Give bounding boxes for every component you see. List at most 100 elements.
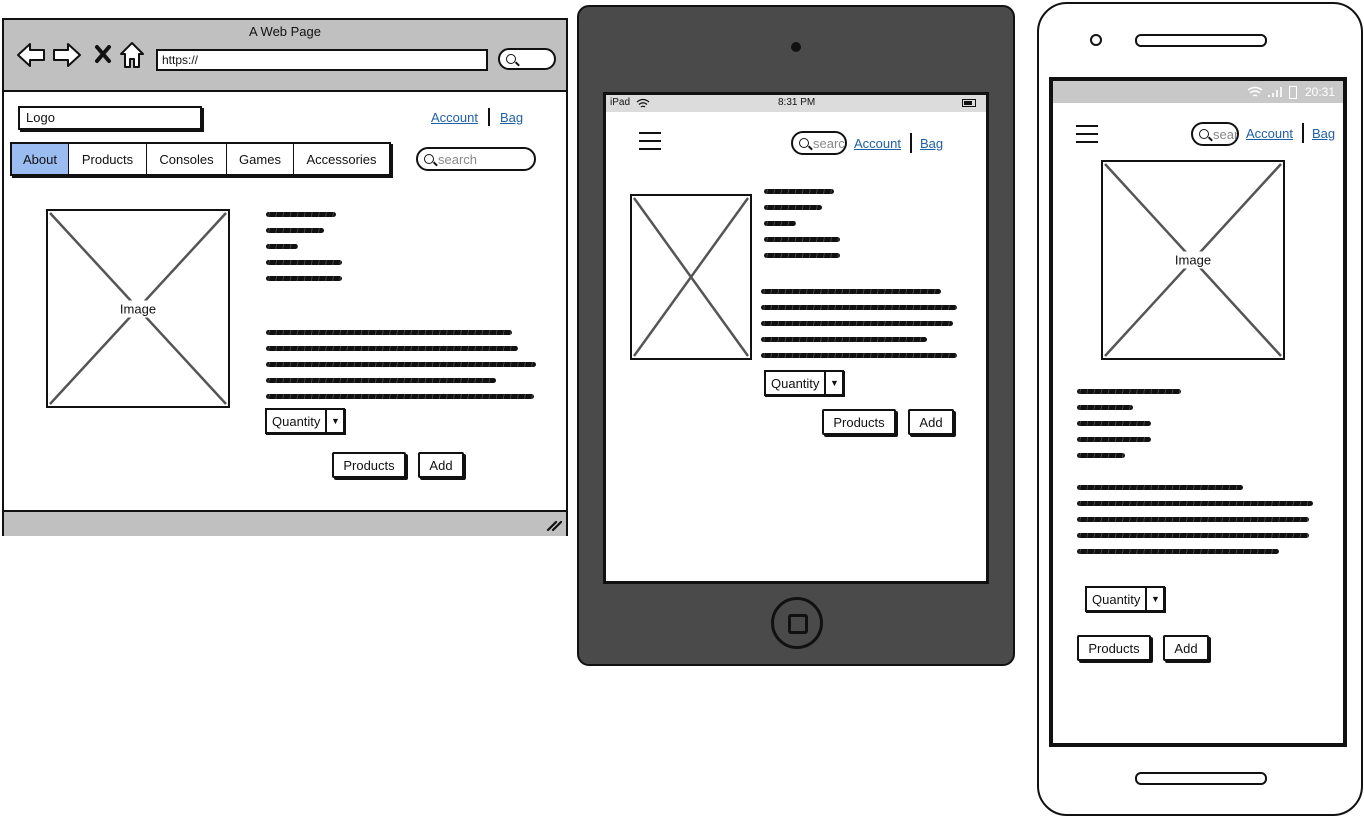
logo-text: Logo bbox=[26, 110, 55, 125]
browser-search-box[interactable] bbox=[498, 48, 556, 70]
description-text bbox=[1077, 533, 1309, 538]
tab-games[interactable]: Games bbox=[227, 144, 294, 174]
phone-search-input[interactable]: search bbox=[1191, 122, 1239, 146]
home-icon[interactable] bbox=[119, 41, 145, 69]
address-bar[interactable]: https:// bbox=[156, 49, 488, 71]
bottom-speaker bbox=[1135, 772, 1267, 785]
description-text bbox=[266, 362, 536, 367]
tab-products[interactable]: Products bbox=[69, 144, 147, 174]
ios-status-bar: iPad 8:31 PM bbox=[606, 95, 986, 112]
front-camera bbox=[1090, 34, 1102, 46]
battery-icon bbox=[962, 99, 976, 107]
description-text bbox=[761, 289, 941, 294]
home-square-icon bbox=[788, 614, 808, 634]
product-info-text bbox=[764, 221, 796, 226]
product-info-text bbox=[266, 244, 298, 249]
wifi-icon bbox=[636, 98, 650, 108]
tab-label: About bbox=[23, 151, 57, 167]
tab-consoles[interactable]: Consoles bbox=[147, 144, 227, 174]
product-info-text bbox=[1077, 421, 1151, 426]
search-icon bbox=[1199, 129, 1209, 139]
description-text bbox=[266, 346, 518, 351]
description-text bbox=[1077, 549, 1279, 554]
phone-screen: 20:31 search Account Bag Image Quantity … bbox=[1049, 77, 1347, 747]
tab-label: Games bbox=[239, 151, 281, 167]
tab-accessories[interactable]: Accessories bbox=[294, 144, 389, 174]
account-link[interactable]: Account bbox=[854, 136, 901, 151]
description-text bbox=[266, 378, 496, 383]
link-separator bbox=[910, 133, 912, 153]
earpiece-speaker bbox=[1135, 34, 1267, 47]
stop-icon[interactable] bbox=[94, 44, 112, 64]
camera-dot bbox=[791, 42, 801, 52]
description-text bbox=[761, 321, 953, 326]
add-button[interactable]: Add bbox=[418, 452, 464, 478]
desktop-browser-window: A Web Page https:// Logo Account Bag Abo… bbox=[2, 18, 568, 536]
tab-about[interactable]: About bbox=[12, 144, 69, 174]
logo-box[interactable]: Logo bbox=[18, 106, 202, 130]
tab-label: Products bbox=[81, 151, 134, 167]
search-input[interactable]: search bbox=[416, 147, 536, 171]
product-info-text bbox=[266, 260, 342, 265]
description-text bbox=[761, 305, 957, 310]
browser-chrome: A Web Page https:// bbox=[4, 20, 566, 92]
quantity-label: Quantity bbox=[771, 375, 820, 391]
image-label: Image bbox=[1170, 251, 1216, 269]
back-icon[interactable] bbox=[16, 42, 46, 68]
quantity-label: Quantity bbox=[272, 413, 321, 429]
account-link[interactable]: Account bbox=[431, 110, 478, 125]
product-info-text bbox=[764, 237, 840, 242]
search-placeholder: search bbox=[1213, 126, 1239, 142]
bag-link[interactable]: Bag bbox=[500, 110, 523, 125]
android-status-bar: 20:31 bbox=[1053, 81, 1343, 103]
forward-icon[interactable] bbox=[52, 42, 82, 68]
tablet-search-input[interactable]: search bbox=[791, 131, 847, 155]
description-text bbox=[1077, 501, 1313, 506]
products-button-label: Products bbox=[343, 457, 395, 473]
description-text bbox=[266, 394, 534, 399]
resize-handle-icon[interactable] bbox=[546, 518, 562, 532]
bag-link[interactable]: Bag bbox=[1312, 126, 1335, 141]
quantity-label: Quantity bbox=[1092, 591, 1141, 607]
description-text bbox=[761, 353, 957, 358]
add-button[interactable]: Add bbox=[1163, 635, 1209, 661]
product-info-text bbox=[764, 253, 840, 258]
tab-label: Accessories bbox=[306, 151, 377, 167]
product-info-text bbox=[1077, 389, 1181, 394]
nav-tab-bar: About Products Consoles Games Accessorie… bbox=[10, 142, 391, 176]
battery-icon bbox=[1289, 86, 1297, 99]
bag-link[interactable]: Bag bbox=[920, 136, 943, 151]
product-info-text bbox=[764, 205, 822, 210]
wifi-icon bbox=[1247, 86, 1263, 97]
status-time: 20:31 bbox=[1305, 85, 1336, 99]
hamburger-menu-icon[interactable] bbox=[1076, 125, 1098, 143]
search-placeholder: search bbox=[813, 135, 845, 151]
image-label: Image bbox=[115, 300, 161, 317]
search-icon bbox=[424, 154, 434, 164]
product-info-text bbox=[1077, 453, 1125, 458]
products-button[interactable]: Products bbox=[332, 452, 406, 478]
products-button[interactable]: Products bbox=[822, 409, 896, 435]
quantity-select[interactable]: Quantity ▼ bbox=[265, 408, 346, 434]
add-button-label: Add bbox=[1174, 640, 1198, 656]
product-info-text bbox=[266, 276, 342, 281]
description-text bbox=[266, 330, 512, 335]
device-name: iPad bbox=[610, 97, 631, 108]
products-button[interactable]: Products bbox=[1077, 635, 1151, 661]
address-text: https:// bbox=[162, 53, 199, 67]
quantity-select[interactable]: Quantity ▼ bbox=[1085, 586, 1166, 612]
link-separator bbox=[1302, 123, 1304, 143]
home-button[interactable] bbox=[771, 597, 823, 649]
hamburger-menu-icon[interactable] bbox=[639, 132, 661, 150]
quantity-select[interactable]: Quantity ▼ bbox=[764, 370, 845, 396]
account-link[interactable]: Account bbox=[1246, 126, 1293, 141]
add-button[interactable]: Add bbox=[908, 409, 954, 435]
tablet-device: iPad 8:31 PM search Account Bag bbox=[577, 5, 1015, 666]
window-title: A Web Page bbox=[248, 24, 322, 39]
product-info-text bbox=[266, 212, 336, 217]
signal-icon bbox=[1268, 87, 1282, 97]
description-text bbox=[761, 337, 927, 342]
link-separator bbox=[488, 108, 490, 126]
product-info-text bbox=[266, 228, 324, 233]
product-info-text bbox=[764, 189, 834, 194]
